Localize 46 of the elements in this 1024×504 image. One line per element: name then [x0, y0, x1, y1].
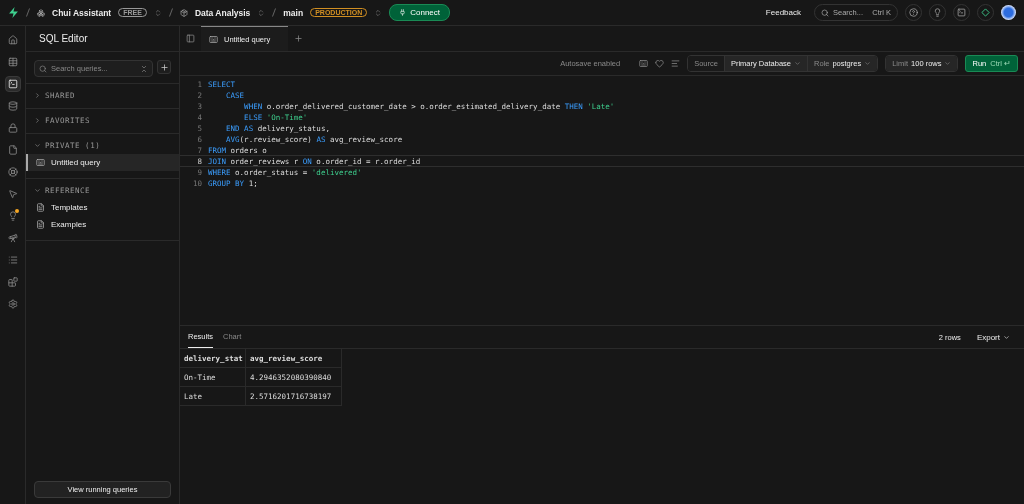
- slash-separator: [272, 8, 277, 17]
- feedback-button[interactable]: Feedback: [759, 7, 807, 18]
- search-icon: [39, 64, 47, 73]
- project-icon: [179, 8, 188, 17]
- connect-button[interactable]: Connect: [389, 4, 450, 21]
- chevron-icon: [34, 92, 41, 99]
- heart-icon[interactable]: [655, 59, 665, 68]
- collapse-icon: [140, 64, 148, 73]
- avatar[interactable]: [1001, 5, 1016, 20]
- chevron-icon: [794, 60, 801, 67]
- project-name[interactable]: Data Analysis: [194, 7, 251, 18]
- sidebar-item[interactable]: Templates: [26, 199, 179, 216]
- logo-icon[interactable]: [8, 7, 19, 18]
- plus-icon: [159, 62, 169, 72]
- chevron-icon: [34, 187, 41, 194]
- chevron-icon: [34, 117, 41, 124]
- slash-separator: [26, 8, 30, 17]
- help-icon: [909, 8, 918, 17]
- document-icon: [36, 203, 45, 212]
- sidebar-title: SQL Editor: [26, 26, 179, 52]
- slash-separator: [168, 8, 173, 17]
- keyboard-icon: [36, 158, 45, 167]
- format-icon[interactable]: [671, 59, 681, 68]
- chevron-icon: [944, 60, 952, 67]
- lightbulb-icon: [933, 8, 942, 17]
- keyboard-icon: [209, 34, 218, 44]
- chevron-icon: [1003, 333, 1010, 341]
- terminal-icon[interactable]: [4, 76, 21, 92]
- plug-icon: [399, 9, 407, 16]
- sidebar-item[interactable]: Examples: [26, 216, 179, 233]
- add-button[interactable]: [157, 60, 171, 74]
- terminal-icon: [957, 8, 966, 17]
- chevron-icon: [34, 142, 41, 149]
- switcher-icon[interactable]: [374, 8, 383, 17]
- switcher-icon[interactable]: [153, 8, 162, 17]
- branch-name[interactable]: main: [283, 7, 304, 18]
- diamond-icon: [981, 8, 990, 17]
- org-icon: [37, 8, 45, 17]
- keyboard-icon[interactable]: [639, 59, 649, 68]
- export-button[interactable]: Export: [970, 326, 1016, 348]
- chevron-icon: [864, 60, 872, 67]
- document-icon: [36, 220, 45, 229]
- org-name[interactable]: Chui Assistant: [52, 7, 112, 18]
- sidebar-item[interactable]: Untitled query: [26, 154, 179, 171]
- switcher-icon[interactable]: [257, 8, 266, 17]
- search-icon: [821, 8, 829, 17]
